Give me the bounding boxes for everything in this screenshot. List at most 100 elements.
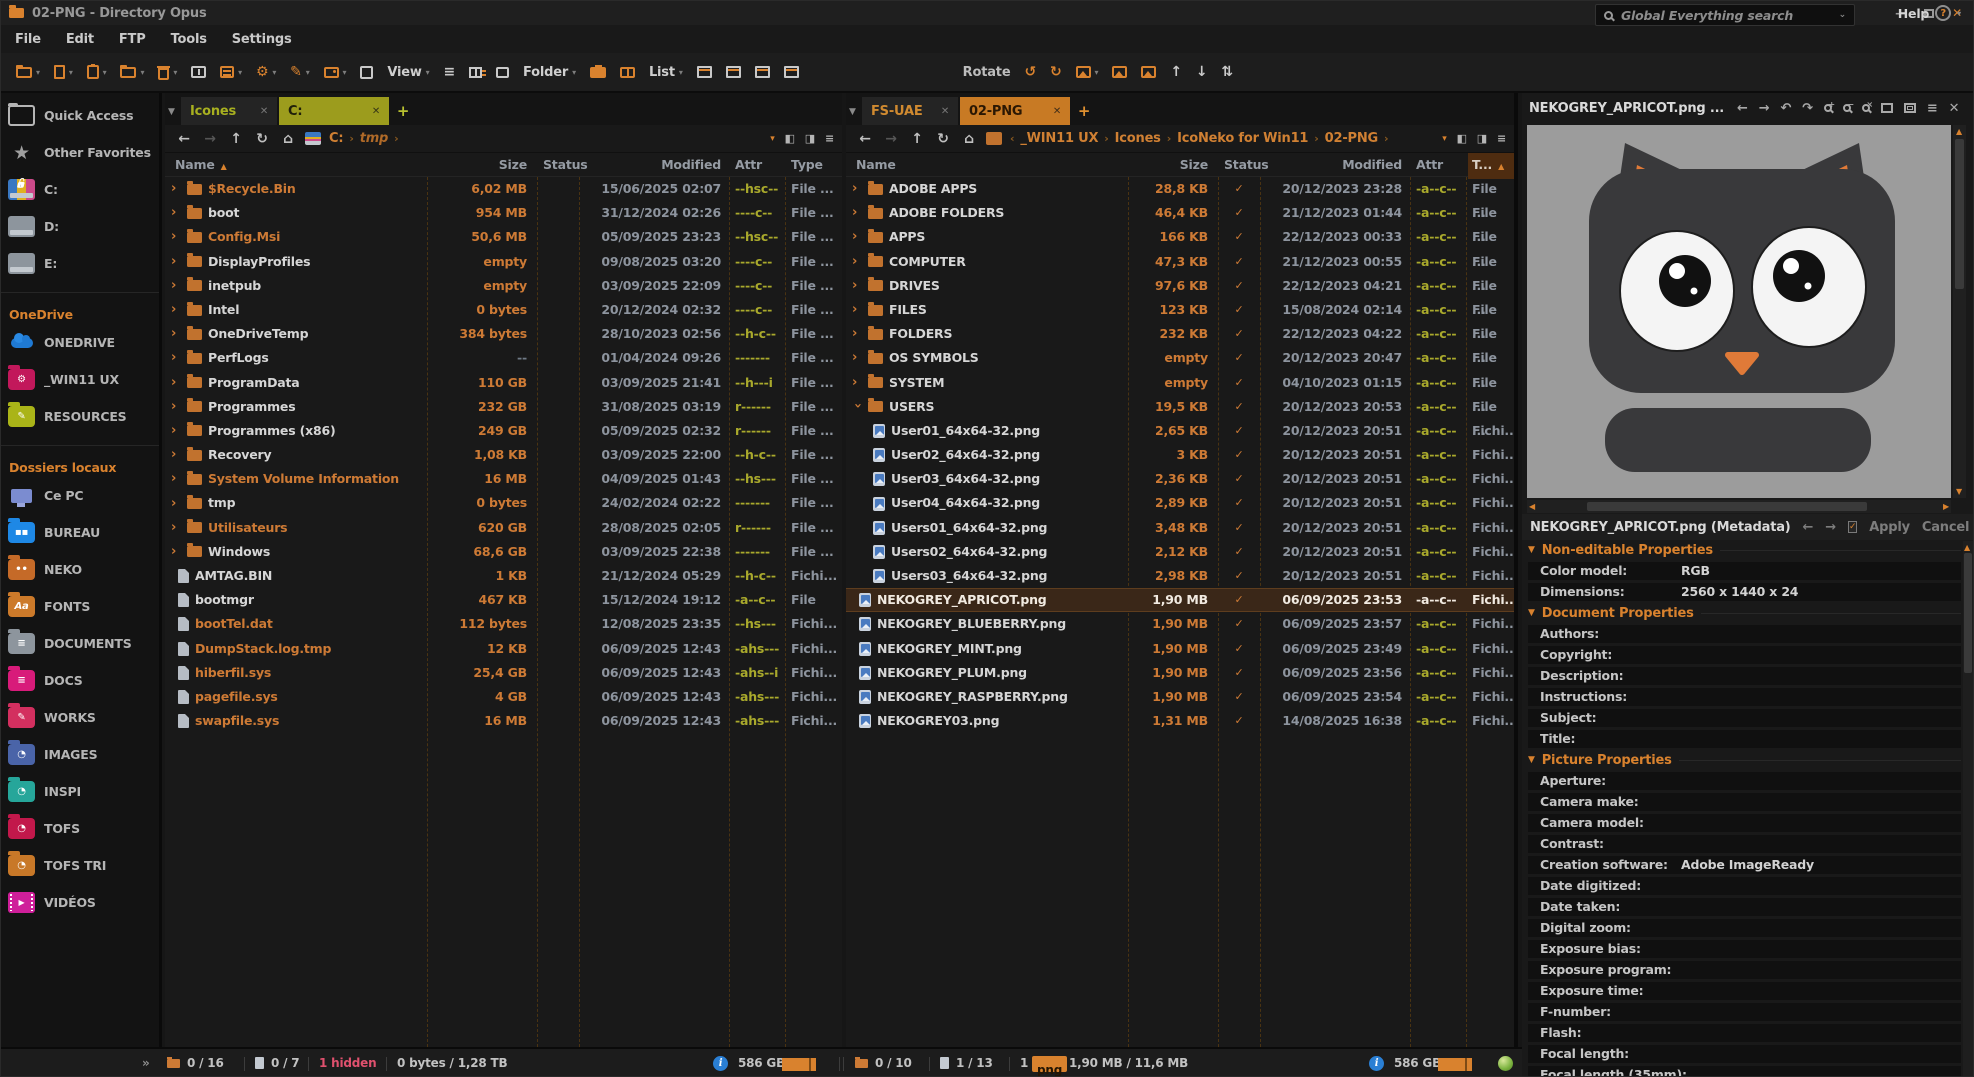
sidebar-item-inspi[interactable]: ◔ INSPI	[1, 773, 159, 810]
column-header-name[interactable]: Name ▲	[175, 153, 227, 179]
toolbar-rotate-right-button[interactable]: ↻	[1043, 57, 1069, 87]
expand-icon[interactable]: ›	[852, 230, 862, 243]
scroll-down-icon[interactable]: ▼	[1956, 485, 1962, 498]
toolbar-folder-pair-button[interactable]	[583, 57, 613, 87]
metadata-field[interactable]: Copyright:	[1528, 646, 1961, 664]
tab-icones[interactable]: Icones ✕	[181, 97, 277, 125]
toolbar-image-mark-button[interactable]	[1105, 57, 1134, 87]
file-row[interactable]: › COMPUTER 47,3 KB ✓ 21/12/2023 00:55 -a--c--…	[846, 250, 1514, 293]
file-row[interactable]: › System Volume Information 16 MB 04/09/202…	[165, 467, 842, 491]
file-row[interactable]: › boot 954 MB 31/12/2024 02:26 ----c-- File .…	[165, 201, 842, 225]
forward-icon[interactable]: →	[882, 131, 900, 147]
tab-02-png[interactable]: 02-PNG ✕	[960, 97, 1070, 125]
new-tab-button[interactable]: +	[391, 97, 415, 125]
column-header-attr[interactable]: Attr	[1416, 153, 1443, 177]
tab-close-icon[interactable]: ✕	[941, 106, 949, 117]
toolbar-image-convert-button[interactable]: ▾	[1069, 57, 1106, 87]
tab-close-icon[interactable]: ✕	[372, 106, 380, 117]
metadata-back-icon[interactable]: ←	[1803, 520, 1814, 535]
file-row[interactable]: › tmp 0 bytes 24/02/2024 02:22 ------- File .…	[165, 491, 842, 515]
metadata-field[interactable]: Aperture:	[1528, 772, 1961, 790]
zoom-reset-icon[interactable]: ×	[1861, 100, 1873, 112]
file-row[interactable]: › PerfLogs -- 01/04/2024 09:26 ------- File .…	[165, 346, 842, 370]
sidebar-item--win11-ux[interactable]: ⚙ _WIN11 UX	[1, 361, 159, 398]
toolbar-details-list-button[interactable]: ▾	[213, 57, 249, 87]
sidebar-item-works[interactable]: ✎ WORKS	[1, 699, 159, 736]
metadata-field[interactable]: Description:	[1528, 667, 1961, 685]
fit-page-icon[interactable]	[1880, 103, 1893, 113]
sidebar-item-d-[interactable]: D:	[1, 208, 159, 245]
expand-icon[interactable]: ›	[171, 351, 181, 364]
metadata-field[interactable]: Exposure time:	[1528, 982, 1961, 1000]
toolbar-rotate-button[interactable]: Rotate	[956, 57, 1018, 87]
toolbar-thumbnail-options-button[interactable]	[462, 57, 489, 87]
sidebar-item-fonts[interactable]: Aa FONTS	[1, 588, 159, 625]
column-header-modified[interactable]: Modified	[577, 153, 721, 177]
info-icon[interactable]: i	[1369, 1056, 1384, 1071]
expand-icon[interactable]: ›	[171, 327, 181, 340]
file-row[interactable]: bootTel.dat 112 bytes 12/08/2025 23:35 --hs…	[165, 612, 842, 636]
file-row[interactable]: › FILES 123 KB ✓ 15/08/2024 02:14 -a--c-- File…	[846, 298, 1514, 341]
file-row[interactable]: › Windows 68,6 GB 03/09/2025 22:38 ------- Fi…	[165, 540, 842, 564]
path-dropdown-icon[interactable]: ▾	[1442, 134, 1447, 144]
column-header-modified[interactable]: Modified	[1258, 153, 1402, 177]
toolbar-delete-button[interactable]: ▾	[151, 57, 184, 87]
tab-fs-uae[interactable]: FS-UAE ✕	[862, 97, 958, 125]
expand-icon[interactable]: ›	[852, 255, 862, 268]
back-icon[interactable]: ←	[175, 131, 193, 147]
file-row[interactable]: AMTAG.BIN 1 KB 21/12/2024 05:29 --h-c-- Fich…	[165, 564, 842, 588]
metadata-field[interactable]: Focal length:	[1528, 1045, 1961, 1063]
metadata-field[interactable]: Exposure program:	[1528, 961, 1961, 979]
toolbar-table-style-2-button[interactable]	[719, 57, 748, 87]
tab-close-icon[interactable]: ✕	[260, 106, 268, 117]
file-row[interactable]: › USERS 19,5 KB ✓ 20/12/2023 20:53 -a--c-- Fil…	[846, 395, 1514, 438]
apply-checkbox[interactable]: ✓	[1847, 521, 1858, 533]
toolbar-rotate-left-button[interactable]: ↺	[1017, 57, 1043, 87]
column-header-name[interactable]: Name	[856, 153, 896, 177]
file-row[interactable]: bootmgr 467 KB 15/12/2024 19:12 -a--c-- File	[165, 588, 842, 612]
metadata-field[interactable]: F-number:	[1528, 1003, 1961, 1021]
image-preview[interactable]	[1527, 125, 1951, 498]
file-row[interactable]: › OS SYMBOLS empty ✓ 20/12/2023 20:47 -a--c--…	[846, 346, 1514, 390]
expand-icon[interactable]: ›	[171, 206, 181, 219]
toolbar-equal-sizes-button[interactable]: ≡	[437, 57, 463, 87]
expand-icon[interactable]: ›	[852, 376, 862, 389]
scroll-thumb[interactable]	[1964, 553, 1972, 673]
sidebar-item-bureau[interactable]: ▪▪ BUREAU	[1, 514, 159, 551]
tab-close-icon[interactable]: ✕	[1053, 106, 1061, 117]
toolbar-new-file-button[interactable]: ▾	[47, 57, 80, 87]
path-segment[interactable]: C:	[329, 131, 344, 146]
sidebar-item-images[interactable]: ◔ IMAGES	[1, 736, 159, 773]
file-row[interactable]: › FOLDERS 232 KB ✓ 22/12/2023 04:22 -a--c-- Fi…	[846, 322, 1514, 365]
global-search-input[interactable]: Global Everything search ⌄	[1595, 4, 1855, 26]
home-icon[interactable]: ⌂	[279, 131, 297, 147]
sidebar-item-vid-os[interactable]: ▶ VIDÉOS	[1, 884, 159, 921]
toolbar-edit-button[interactable]: ✎ ▾	[283, 57, 316, 87]
toolbar-checkbox-mode-button[interactable]	[353, 57, 380, 87]
menu-file[interactable]: File	[15, 32, 41, 47]
viewer-close-icon[interactable]: ✕	[1949, 102, 1960, 115]
pane-swap-icon[interactable]: ◨	[1477, 132, 1487, 145]
file-row[interactable]: NEKOGREY_APRICOT.png 1,90 MB ✓ 06/09/2025 2…	[846, 588, 1514, 613]
file-row[interactable]: NEKOGREY_PLUM.png 1,90 MB ✓ 06/09/2025 23:5…	[846, 661, 1514, 685]
path-segment[interactable]: _WIN11 UX	[1020, 131, 1098, 146]
sidebar-item-docs[interactable]: ≡ DOCS	[1, 662, 159, 699]
file-row[interactable]: Users01_64x64-32.png 3,48 KB ✓ 20/12/2023 2…	[846, 516, 1514, 540]
cancel-button[interactable]: Cancel	[1922, 520, 1970, 535]
sidebar-item-other-favorites[interactable]: ★ Other Favorites	[1, 134, 159, 171]
viewer-rotate-right-icon[interactable]: ↷	[1802, 102, 1813, 115]
metadata-section-picture-properties[interactable]: ▼ Picture Properties	[1528, 751, 1961, 769]
toolbar-table-style-4-button[interactable]	[777, 57, 806, 87]
back-icon[interactable]: ←	[856, 131, 874, 147]
viewer-back-icon[interactable]: ←	[1737, 102, 1748, 115]
path-dropdown-icon[interactable]: ▾	[770, 134, 775, 144]
path-segment[interactable]: 02-PNG	[1325, 131, 1379, 146]
metadata-field[interactable]: Date digitized:	[1528, 877, 1961, 895]
file-row[interactable]: › DRIVES 97,6 KB ✓ 22/12/2023 04:21 -a--c-- Fi…	[846, 274, 1514, 317]
expand-icon[interactable]: ›	[171, 255, 181, 268]
sidebar-item-c-[interactable]: C:	[1, 171, 159, 208]
toolbar-view-button[interactable]: View ▾	[380, 57, 436, 87]
expand-icon[interactable]: ›	[171, 279, 181, 292]
info-icon[interactable]: i	[713, 1056, 728, 1071]
toolbar-clipboard-button[interactable]: ▾	[80, 57, 114, 87]
